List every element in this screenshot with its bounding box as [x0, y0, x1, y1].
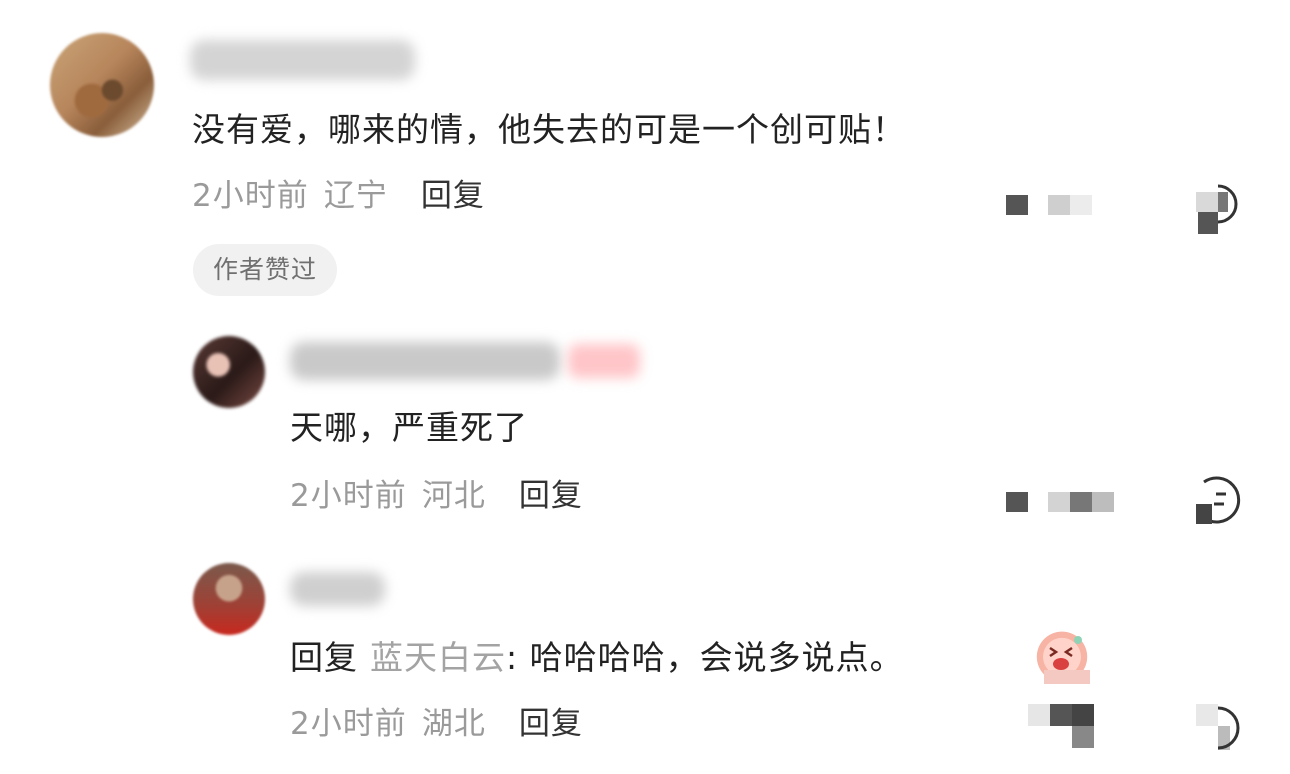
comment-time: 2小时前 — [290, 478, 407, 514]
reply-button[interactable]: 回复 — [519, 706, 583, 742]
username-blurred[interactable] — [290, 572, 385, 606]
avatar[interactable] — [50, 33, 154, 137]
more-icon[interactable] — [1196, 474, 1242, 526]
like-action-blurred[interactable] — [1004, 490, 1124, 520]
emoji-mask — [1044, 670, 1090, 684]
more-icon[interactable] — [1196, 176, 1242, 236]
comment-location: 湖北 — [421, 706, 486, 742]
username-blurred[interactable] — [290, 342, 560, 380]
user-tag-blurred — [568, 344, 640, 378]
avatar[interactable] — [193, 336, 265, 408]
comment-time: 2小时前 — [192, 178, 309, 214]
reply-prefix: 回复 — [290, 638, 358, 677]
reply-button[interactable]: 回复 — [519, 478, 583, 514]
comment-text: : 哈哈哈哈，会说多说点。 — [506, 638, 904, 677]
author-liked-badge: 作者赞过 — [193, 244, 338, 296]
comment-text: 没有爱，哪来的情，他失去的可是一个创可贴！ — [192, 110, 906, 149]
comment-time: 2小时前 — [290, 706, 407, 742]
avatar[interactable] — [193, 563, 265, 635]
comment-text: 天哪，严重死了 — [290, 408, 528, 447]
reply-target-user[interactable]: 蓝天白云 — [370, 638, 506, 677]
comment-location: 河北 — [421, 478, 486, 514]
reply-button[interactable]: 回复 — [421, 178, 485, 214]
more-icon[interactable] — [1196, 704, 1242, 752]
username-blurred[interactable] — [190, 40, 415, 80]
comment-meta: 2小时前 湖北 回复 — [290, 704, 583, 744]
comment-location: 辽宁 — [323, 178, 388, 214]
comment-meta: 2小时前 辽宁 回复 — [192, 176, 485, 216]
like-action-blurred[interactable] — [1028, 704, 1098, 752]
comment-text-line: 回复 蓝天白云: 哈哈哈哈，会说多说点。 — [290, 638, 904, 678]
comment-meta: 2小时前 河北 回复 — [290, 476, 583, 516]
